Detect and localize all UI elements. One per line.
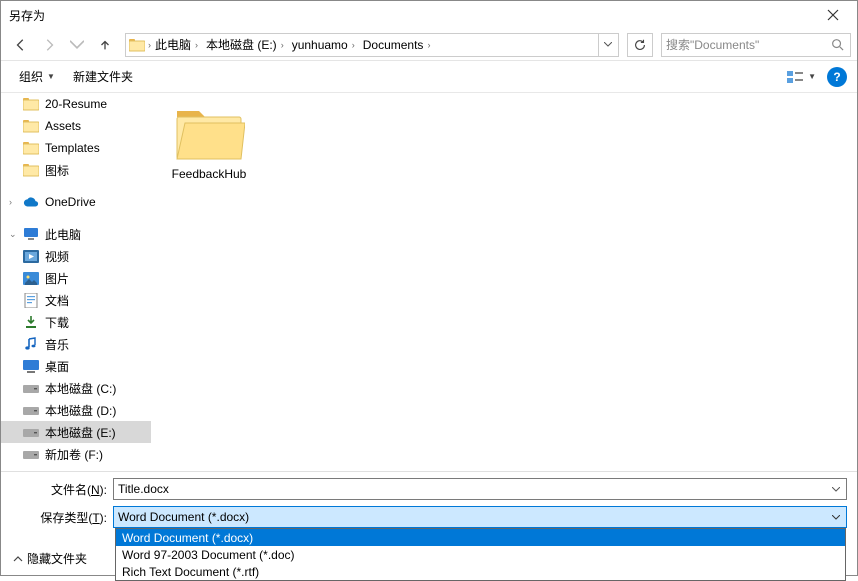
sidebar-item-label: 视频 — [45, 248, 69, 265]
pictures-icon — [23, 270, 39, 286]
sidebar-item-label: 本地磁盘 (E:) — [45, 424, 116, 441]
sidebar-item[interactable]: Templates — [1, 137, 151, 159]
sidebar-item[interactable]: 新加卷 (F:) — [1, 443, 151, 465]
chevron-up-icon — [13, 554, 23, 564]
desktop-icon — [23, 358, 39, 374]
crumb-1[interactable]: 本地磁盘 (E:)› — [202, 34, 288, 56]
titlebar: 另存为 — [1, 1, 857, 29]
chevron-down-icon[interactable] — [828, 509, 844, 525]
expander-icon[interactable]: ⌄ — [9, 229, 19, 240]
sidebar-item-label: 此电脑 — [45, 226, 81, 243]
organize-button[interactable]: 组织▼ — [11, 64, 63, 89]
breadcrumb[interactable]: › 此电脑› 本地磁盘 (E:)› yunhuamo› Documents› — [125, 33, 619, 57]
filetype-option[interactable]: Word 97-2003 Document (*.doc) — [116, 546, 845, 563]
video-icon — [23, 248, 39, 264]
chevron-down-icon[interactable] — [828, 481, 844, 497]
sidebar-item-label: 图标 — [45, 162, 69, 179]
new-folder-button[interactable]: 新建文件夹 — [65, 64, 141, 89]
folder-icon — [173, 103, 245, 163]
refresh-button[interactable] — [627, 33, 653, 57]
sidebar-item-label: 新加卷 (F:) — [45, 446, 103, 463]
download-icon — [23, 314, 39, 330]
crumb-2[interactable]: yunhuamo› — [288, 34, 359, 56]
window-title: 另存为 — [9, 7, 45, 24]
sidebar-item-label: Assets — [45, 119, 81, 133]
folder-icon — [23, 140, 39, 156]
folder-item[interactable]: FeedbackHub — [167, 103, 251, 181]
crumb-3[interactable]: Documents› — [359, 34, 435, 56]
up-button[interactable] — [93, 33, 117, 57]
filetype-option[interactable]: Rich Text Document (*.rtf) — [116, 563, 845, 580]
sidebar-item-label: 桌面 — [45, 358, 69, 375]
folder-icon — [128, 36, 146, 54]
folder-icon — [23, 96, 39, 112]
search-icon — [831, 38, 844, 51]
close-button[interactable] — [813, 4, 853, 26]
recent-dropdown[interactable] — [65, 33, 89, 57]
sidebar-item[interactable]: 图片 — [1, 267, 151, 289]
sidebar-item[interactable]: 文档 — [1, 289, 151, 311]
sidebar-item[interactable]: 本地磁盘 (E:) — [1, 421, 151, 443]
search-placeholder: 搜索"Documents" — [666, 36, 759, 53]
filetype-dropdown-list[interactable]: Word Document (*.docx) Word 97-2003 Docu… — [115, 528, 846, 581]
bottom-panel: 文件名(N): Title.docx 保存类型(T): Word Documen… — [1, 471, 857, 528]
nav-row: › 此电脑› 本地磁盘 (E:)› yunhuamo› Documents› 搜… — [1, 29, 857, 61]
main-area: 20-Resume Assets Templates 图标 › OneDrive ⌄ 此电脑视… — [1, 93, 857, 471]
sidebar-item-label: 图片 — [45, 270, 69, 287]
sidebar-item-label: 下载 — [45, 314, 69, 331]
filetype-label: 保存类型(T): — [11, 509, 113, 526]
doc-icon — [23, 292, 39, 308]
sidebar-item[interactable]: 本地磁盘 (D:) — [1, 399, 151, 421]
toolbar: 组织▼ 新建文件夹 ▼ ? — [1, 61, 857, 93]
breadcrumb-dropdown[interactable] — [598, 34, 616, 56]
drive-icon — [23, 424, 39, 440]
item-label: FeedbackHub — [172, 167, 247, 181]
forward-button[interactable] — [37, 33, 61, 57]
sidebar-item-label: 文档 — [45, 292, 69, 309]
sidebar-item[interactable]: Assets — [1, 115, 151, 137]
drive-icon — [23, 402, 39, 418]
search-input[interactable]: 搜索"Documents" — [661, 33, 851, 57]
drive-icon — [23, 380, 39, 396]
help-button[interactable]: ? — [827, 67, 847, 87]
filename-row: 文件名(N): Title.docx — [11, 478, 847, 500]
sidebar-item-label: OneDrive — [45, 195, 96, 209]
filetype-combobox[interactable]: Word Document (*.docx) — [113, 506, 847, 528]
folder-icon — [23, 118, 39, 134]
filetype-row: 保存类型(T): Word Document (*.docx) — [11, 506, 847, 528]
sidebar-item-label: Templates — [45, 141, 100, 155]
cloud-icon — [23, 194, 39, 210]
sidebar-item-label: 本地磁盘 (C:) — [45, 380, 116, 397]
sidebar-item[interactable]: › OneDrive — [1, 191, 151, 213]
back-button[interactable] — [9, 33, 33, 57]
sidebar-item[interactable]: 桌面 — [1, 355, 151, 377]
expander-icon[interactable]: › — [9, 197, 19, 207]
sidebar-item[interactable]: 下载 — [1, 311, 151, 333]
hide-folders-toggle[interactable]: 隐藏文件夹 — [13, 550, 87, 567]
folder-icon — [23, 162, 39, 178]
music-icon — [23, 336, 39, 352]
monitor-icon — [23, 226, 39, 242]
drive-icon — [23, 446, 39, 462]
crumb-0[interactable]: 此电脑› — [151, 34, 202, 56]
sidebar-item[interactable]: ⌄ 此电脑 — [1, 223, 151, 245]
sidebar-item[interactable]: 视频 — [1, 245, 151, 267]
sidebar-item-label: 本地磁盘 (D:) — [45, 402, 116, 419]
view-options-button[interactable]: ▼ — [781, 67, 821, 87]
sidebar-item-label: 20-Resume — [45, 97, 107, 111]
sidebar-item[interactable]: 音乐 — [1, 333, 151, 355]
sidebar-item[interactable]: 图标 — [1, 159, 151, 181]
sidebar-item-label: 音乐 — [45, 336, 69, 353]
filename-input[interactable]: Title.docx — [113, 478, 847, 500]
sidebar-item[interactable]: 本地磁盘 (C:) — [1, 377, 151, 399]
filetype-option[interactable]: Word Document (*.docx) — [116, 529, 845, 546]
sidebar-item[interactable]: 20-Resume — [1, 93, 151, 115]
sidebar[interactable]: 20-Resume Assets Templates 图标 › OneDrive ⌄ 此电脑视… — [1, 93, 151, 471]
content-pane[interactable]: FeedbackHub — [151, 93, 857, 471]
filename-label: 文件名(N): — [11, 481, 113, 498]
